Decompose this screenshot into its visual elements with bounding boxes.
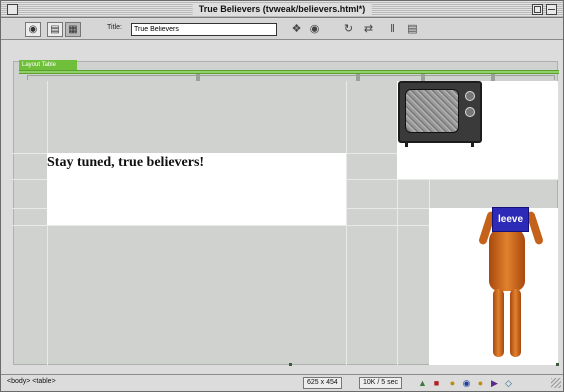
tv-leg [405,141,408,147]
tv-knob [465,91,475,101]
split-view-icon: ▤ [50,24,60,35]
zoom-box[interactable] [532,4,543,15]
refresh-icon[interactable]: ↻ [341,22,356,37]
title-field[interactable] [131,23,277,36]
layout-table-tab[interactable]: Layout Table [19,60,77,70]
resize-handle[interactable] [289,363,292,366]
design-view-icon: ▦ [68,24,78,35]
layout-table-border [19,70,559,74]
code-inspector-launcher-icon[interactable]: ◇ [503,377,514,389]
document-toolbar: ◉ ▤ ▦ Title: ❖ ◉ ↻ ⇄ ‖ ▤ [1,19,563,40]
column-width-bar[interactable] [27,75,555,80]
window-resize-grip[interactable] [551,378,561,388]
status-bar: <body> <table> 625 x 454 10K / 5 sec ▲ ■… [1,374,563,391]
title-bar[interactable]: True Believers (tvweak/believers.html*) [1,1,563,18]
code-navigation-icon[interactable]: ⇄ [361,22,376,37]
tag-selector[interactable]: <body> <table> [7,378,56,385]
show-design-view-button[interactable]: ▦ [65,22,81,37]
view-options-icon[interactable]: ▤ [405,22,420,37]
tv-leg [471,141,474,147]
grid-line [346,81,347,365]
statue-torso [489,227,525,291]
show-code-view-button[interactable]: ◉ [25,22,41,37]
code-view-icon: ◉ [28,24,38,35]
window-size-popup[interactable]: 625 x 454 [303,377,342,389]
file-management-icon[interactable]: ❖ [289,22,304,37]
page-heading: Stay tuned, true believers! [47,155,205,170]
close-box[interactable] [7,4,18,15]
statue-leg [493,289,504,357]
history-launcher-icon[interactable]: ▶ [489,377,500,389]
tv-knob [465,107,475,117]
css-styles-launcher-icon[interactable]: ◉ [461,377,472,389]
preview-in-browser-icon[interactable]: ◉ [307,22,322,37]
resize-handle[interactable] [556,363,559,366]
window-title: True Believers (tvweak/believers.html*) [192,3,372,16]
assets-launcher-icon[interactable]: ■ [431,377,442,389]
download-size-readout: 10K / 5 sec [359,377,403,389]
statue-sign: leeve [492,207,529,232]
column-marker[interactable] [196,74,200,81]
column-marker[interactable] [421,74,425,81]
column-marker[interactable] [491,74,495,81]
html-styles-launcher-icon[interactable]: ● [447,377,458,389]
behaviors-launcher-icon[interactable]: ● [475,377,486,389]
column-marker[interactable] [356,74,360,81]
site-launcher-icon[interactable]: ▲ [417,377,428,389]
title-label: Title: [107,24,122,31]
tv-static-screen [405,89,459,133]
document-window: True Believers (tvweak/believers.html*) … [0,0,564,392]
options-icon[interactable]: ‖ [385,22,400,37]
statue-leg [510,289,521,357]
show-code-design-view-button[interactable]: ▤ [47,22,63,37]
collapse-box[interactable] [546,4,557,15]
tv-image [398,81,482,143]
